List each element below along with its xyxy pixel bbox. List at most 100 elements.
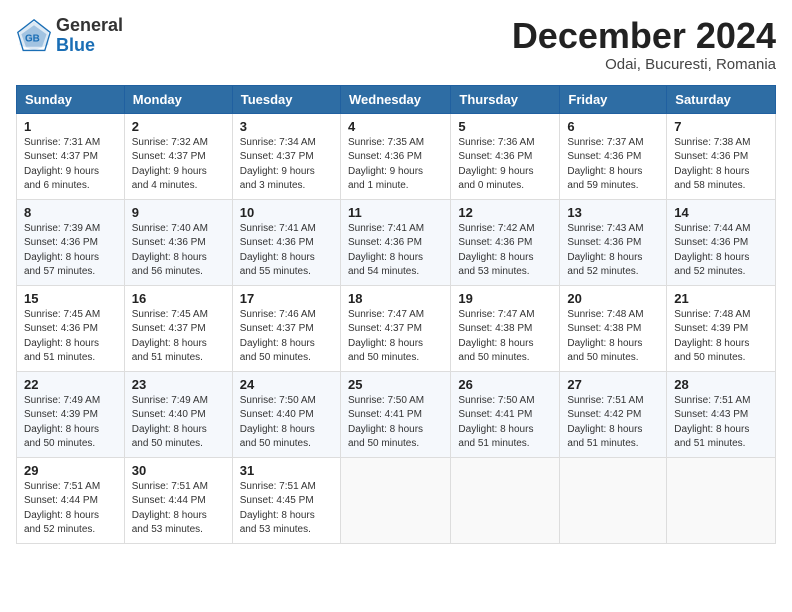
page-header: GB General Blue December 2024 Odai, Bucu… xyxy=(16,16,776,73)
calendar-week-row: 15 Sunrise: 7:45 AM Sunset: 4:36 PM Dayli… xyxy=(17,285,776,371)
day-info: Sunrise: 7:47 AM Sunset: 4:38 PM Dayligh… xyxy=(458,308,552,366)
day-number: 17 xyxy=(240,291,333,306)
day-info: Sunrise: 7:42 AM Sunset: 4:36 PM Dayligh… xyxy=(458,222,552,280)
day-info: Sunrise: 7:41 AM Sunset: 4:36 PM Dayligh… xyxy=(240,222,333,280)
day-number: 30 xyxy=(132,463,225,478)
day-number: 22 xyxy=(24,377,117,392)
day-number: 18 xyxy=(348,291,443,306)
day-info: Sunrise: 7:50 AM Sunset: 4:41 PM Dayligh… xyxy=(458,394,552,452)
day-info: Sunrise: 7:43 AM Sunset: 4:36 PM Dayligh… xyxy=(567,222,659,280)
table-row: 31 Sunrise: 7:51 AM Sunset: 4:45 PM Dayli… xyxy=(232,457,340,543)
title-block: December 2024 Odai, Bucuresti, Romania xyxy=(512,16,776,73)
day-number: 10 xyxy=(240,205,333,220)
table-row: 14 Sunrise: 7:44 AM Sunset: 4:36 PM Dayli… xyxy=(667,199,776,285)
day-info: Sunrise: 7:51 AM Sunset: 4:42 PM Dayligh… xyxy=(567,394,659,452)
day-number: 23 xyxy=(132,377,225,392)
day-number: 7 xyxy=(674,119,768,134)
day-number: 13 xyxy=(567,205,659,220)
col-sunday: Sunday xyxy=(17,85,125,113)
day-number: 27 xyxy=(567,377,659,392)
table-row: 5Sunrise: 7:36 AM Sunset: 4:36 PM Daylig… xyxy=(451,113,560,199)
table-row: 1 Sunrise: 7:31 AM Sunset: 4:37 PM Daylig… xyxy=(17,113,125,199)
day-info: Sunrise: 7:45 AM Sunset: 4:37 PM Dayligh… xyxy=(132,308,225,366)
table-row: 7 Sunrise: 7:38 AM Sunset: 4:36 PM Daylig… xyxy=(667,113,776,199)
table-row: 19 Sunrise: 7:47 AM Sunset: 4:38 PM Dayli… xyxy=(451,285,560,371)
day-info: Sunrise: 7:51 AM Sunset: 4:44 PM Dayligh… xyxy=(24,480,117,538)
col-friday: Friday xyxy=(560,85,667,113)
day-number: 2 xyxy=(132,119,225,134)
day-info: Sunrise: 7:49 AM Sunset: 4:39 PM Dayligh… xyxy=(24,394,117,452)
table-row: 29 Sunrise: 7:51 AM Sunset: 4:44 PM Dayli… xyxy=(17,457,125,543)
day-info: Sunrise: 7:31 AM Sunset: 4:37 PM Dayligh… xyxy=(24,136,117,194)
day-number: 28 xyxy=(674,377,768,392)
location: Odai, Bucuresti, Romania xyxy=(512,56,776,73)
table-row: 12 Sunrise: 7:42 AM Sunset: 4:36 PM Dayli… xyxy=(451,199,560,285)
logo-text: General Blue xyxy=(56,16,123,56)
calendar-week-row: 8Sunrise: 7:39 AM Sunset: 4:36 PM Daylig… xyxy=(17,199,776,285)
month-title: December 2024 xyxy=(512,16,776,56)
day-number: 25 xyxy=(348,377,443,392)
day-info: Sunrise: 7:35 AM Sunset: 4:36 PM Dayligh… xyxy=(348,136,443,194)
day-number: 16 xyxy=(132,291,225,306)
table-row: 9Sunrise: 7:40 AM Sunset: 4:36 PM Daylig… xyxy=(124,199,232,285)
day-number: 20 xyxy=(567,291,659,306)
table-row: 28 Sunrise: 7:51 AM Sunset: 4:43 PM Dayli… xyxy=(667,371,776,457)
table-row: 24 Sunrise: 7:50 AM Sunset: 4:40 PM Dayli… xyxy=(232,371,340,457)
day-info: Sunrise: 7:48 AM Sunset: 4:38 PM Dayligh… xyxy=(567,308,659,366)
day-number: 1 xyxy=(24,119,117,134)
table-row: 10 Sunrise: 7:41 AM Sunset: 4:36 PM Dayli… xyxy=(232,199,340,285)
day-number: 4 xyxy=(348,119,443,134)
day-info: Sunrise: 7:39 AM Sunset: 4:36 PM Dayligh… xyxy=(24,222,117,280)
col-monday: Monday xyxy=(124,85,232,113)
day-info: Sunrise: 7:47 AM Sunset: 4:37 PM Dayligh… xyxy=(348,308,443,366)
day-number: 26 xyxy=(458,377,552,392)
logo-icon: GB xyxy=(16,18,52,54)
calendar-week-row: 22 Sunrise: 7:49 AM Sunset: 4:39 PM Dayli… xyxy=(17,371,776,457)
day-number: 31 xyxy=(240,463,333,478)
table-row: 27 Sunrise: 7:51 AM Sunset: 4:42 PM Dayli… xyxy=(560,371,667,457)
day-info: Sunrise: 7:45 AM Sunset: 4:36 PM Dayligh… xyxy=(24,308,117,366)
day-number: 14 xyxy=(674,205,768,220)
day-number: 21 xyxy=(674,291,768,306)
col-thursday: Thursday xyxy=(451,85,560,113)
table-row xyxy=(667,457,776,543)
col-tuesday: Tuesday xyxy=(232,85,340,113)
table-row: 20 Sunrise: 7:48 AM Sunset: 4:38 PM Dayli… xyxy=(560,285,667,371)
table-row: 2Sunrise: 7:32 AM Sunset: 4:37 PM Daylig… xyxy=(124,113,232,199)
calendar-header-row: Sunday Monday Tuesday Wednesday Thursday… xyxy=(17,85,776,113)
table-row: 18 Sunrise: 7:47 AM Sunset: 4:37 PM Dayli… xyxy=(340,285,450,371)
day-number: 19 xyxy=(458,291,552,306)
day-info: Sunrise: 7:34 AM Sunset: 4:37 PM Dayligh… xyxy=(240,136,333,194)
day-info: Sunrise: 7:50 AM Sunset: 4:41 PM Dayligh… xyxy=(348,394,443,452)
table-row: 25 Sunrise: 7:50 AM Sunset: 4:41 PM Dayli… xyxy=(340,371,450,457)
table-row: 3 Sunrise: 7:34 AM Sunset: 4:37 PM Daylig… xyxy=(232,113,340,199)
calendar-week-row: 29 Sunrise: 7:51 AM Sunset: 4:44 PM Dayli… xyxy=(17,457,776,543)
svg-text:GB: GB xyxy=(25,33,40,44)
day-number: 9 xyxy=(132,205,225,220)
day-info: Sunrise: 7:51 AM Sunset: 4:43 PM Dayligh… xyxy=(674,394,768,452)
table-row: 22 Sunrise: 7:49 AM Sunset: 4:39 PM Dayli… xyxy=(17,371,125,457)
day-info: Sunrise: 7:50 AM Sunset: 4:40 PM Dayligh… xyxy=(240,394,333,452)
day-info: Sunrise: 7:51 AM Sunset: 4:45 PM Dayligh… xyxy=(240,480,333,538)
table-row: 17 Sunrise: 7:46 AM Sunset: 4:37 PM Dayli… xyxy=(232,285,340,371)
day-info: Sunrise: 7:46 AM Sunset: 4:37 PM Dayligh… xyxy=(240,308,333,366)
logo-blue: Blue xyxy=(56,36,123,56)
day-number: 11 xyxy=(348,205,443,220)
day-number: 12 xyxy=(458,205,552,220)
day-number: 15 xyxy=(24,291,117,306)
day-info: Sunrise: 7:38 AM Sunset: 4:36 PM Dayligh… xyxy=(674,136,768,194)
day-info: Sunrise: 7:37 AM Sunset: 4:36 PM Dayligh… xyxy=(567,136,659,194)
day-info: Sunrise: 7:48 AM Sunset: 4:39 PM Dayligh… xyxy=(674,308,768,366)
table-row: 21 Sunrise: 7:48 AM Sunset: 4:39 PM Dayli… xyxy=(667,285,776,371)
day-number: 3 xyxy=(240,119,333,134)
logo-general: General xyxy=(56,16,123,36)
table-row: 16 Sunrise: 7:45 AM Sunset: 4:37 PM Dayli… xyxy=(124,285,232,371)
day-info: Sunrise: 7:44 AM Sunset: 4:36 PM Dayligh… xyxy=(674,222,768,280)
table-row xyxy=(560,457,667,543)
day-number: 29 xyxy=(24,463,117,478)
calendar-table: Sunday Monday Tuesday Wednesday Thursday… xyxy=(16,85,776,544)
table-row: 11Sunrise: 7:41 AM Sunset: 4:36 PM Dayli… xyxy=(340,199,450,285)
day-number: 24 xyxy=(240,377,333,392)
table-row: 8Sunrise: 7:39 AM Sunset: 4:36 PM Daylig… xyxy=(17,199,125,285)
table-row: 13 Sunrise: 7:43 AM Sunset: 4:36 PM Dayli… xyxy=(560,199,667,285)
